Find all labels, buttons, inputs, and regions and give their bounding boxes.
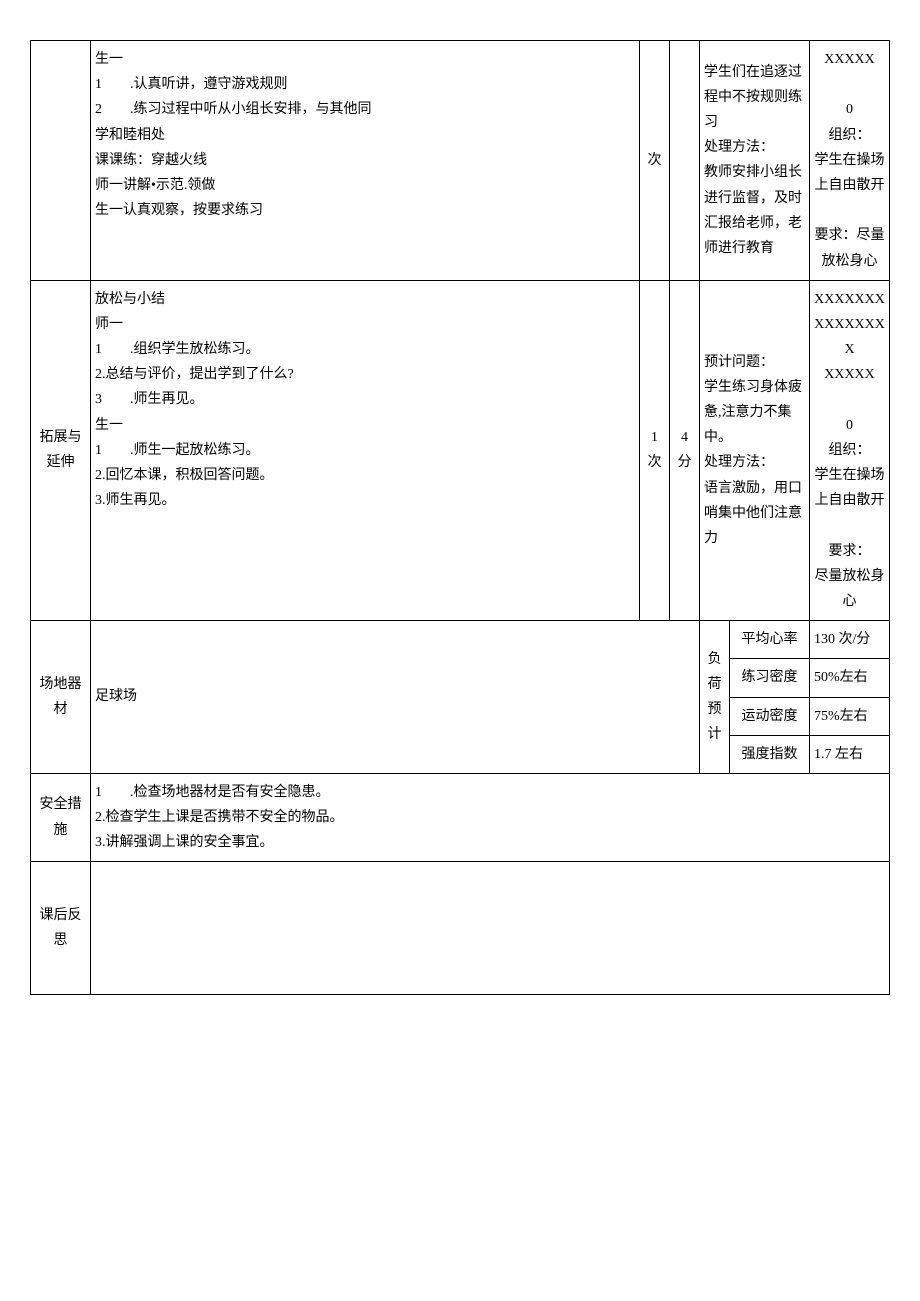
table-row: 场地器材 足球场 负荷预计 平均心率 130 次/分 xyxy=(31,621,890,659)
load-name-0: 平均心率 xyxy=(730,621,810,659)
load-label: 负荷预计 xyxy=(700,621,730,774)
row2-problem: 预计问题： 学生练习身体疲惫,注意力不集中。 处理方法： 语言激励，用口哨集中他… xyxy=(700,280,810,620)
load-val-1: 50%左右 xyxy=(810,659,890,697)
table-row: 安全措施 1 .检查场地器材是否有安全隐患。 2.检查学生上课是否携带不安全的物… xyxy=(31,773,890,862)
row2-ci: 1 次 xyxy=(640,280,670,620)
table-row: 拓展与延伸 放松与小结 师一 1 .组织学生放松练习。 2.总结与评价，提出学到… xyxy=(31,280,890,620)
load-val-2: 75%左右 xyxy=(810,697,890,735)
safety-label: 安全措施 xyxy=(31,773,91,862)
table-row: 课后反思 xyxy=(31,862,890,995)
safety-content: 1 .检查场地器材是否有安全隐患。 2.检查学生上课是否携带不安全的物品。 3.… xyxy=(91,773,890,862)
reflect-label: 课后反思 xyxy=(31,862,91,995)
table-row: 生一 1 .认真听讲，遵守游戏规则 2 .练习过程中听从小组长安排，与其他同 学… xyxy=(31,41,890,281)
row2-org: XXXXXXXXXXXXXXX XXXXX 0 组织： 学生在操场上自由散开 要… xyxy=(810,280,890,620)
load-val-0: 130 次/分 xyxy=(810,621,890,659)
row1-problem: 学生们在追逐过程中不按规则练习 处理方法： 教师安排小组长进行监督，及时汇报给老… xyxy=(700,41,810,281)
load-val-3: 1.7 左右 xyxy=(810,735,890,773)
row2-content: 放松与小结 师一 1 .组织学生放松练习。 2.总结与评价，提出学到了什么? 3… xyxy=(91,280,640,620)
equip-value: 足球场 xyxy=(91,621,700,774)
row1-org: XXXXX 0 组织： 学生在操场上自由散开 要求：尽量放松身心 xyxy=(810,41,890,281)
lesson-plan-table: 生一 1 .认真听讲，遵守游戏规则 2 .练习过程中听从小组长安排，与其他同 学… xyxy=(30,40,890,995)
row1-content: 生一 1 .认真听讲，遵守游戏规则 2 .练习过程中听从小组长安排，与其他同 学… xyxy=(91,41,640,281)
row2-fen: 4 分 xyxy=(670,280,700,620)
row1-ci: 次 xyxy=(640,41,670,281)
equip-label: 场地器材 xyxy=(31,621,91,774)
row1-fen xyxy=(670,41,700,281)
row2-label: 拓展与延伸 xyxy=(31,280,91,620)
load-name-3: 强度指数 xyxy=(730,735,810,773)
reflect-content xyxy=(91,862,890,995)
load-name-2: 运动密度 xyxy=(730,697,810,735)
row1-label xyxy=(31,41,91,281)
load-name-1: 练习密度 xyxy=(730,659,810,697)
